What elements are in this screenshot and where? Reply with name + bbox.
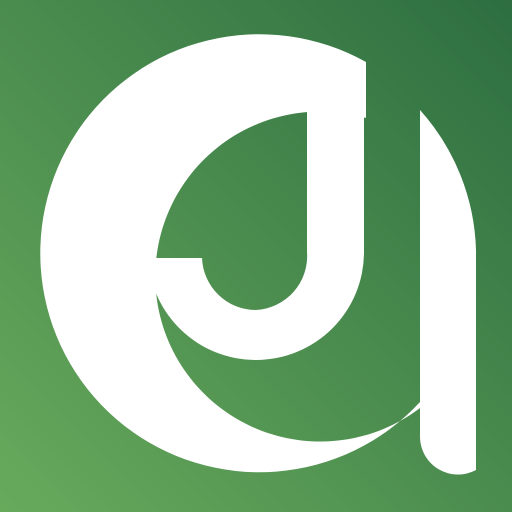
logo-icon xyxy=(0,0,512,512)
app-icon xyxy=(0,0,512,512)
